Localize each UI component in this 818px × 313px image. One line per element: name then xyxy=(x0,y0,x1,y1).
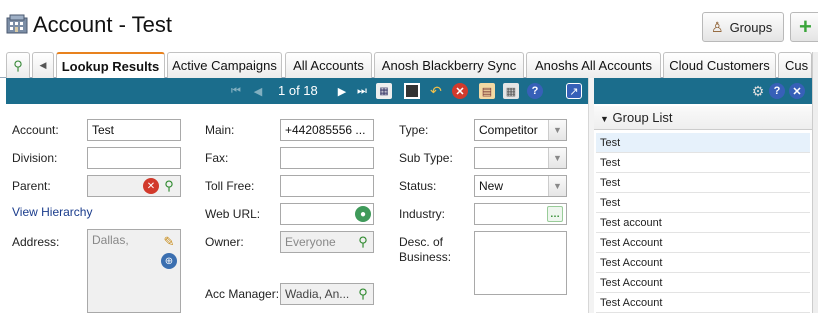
right-scrollbar[interactable] xyxy=(812,52,818,313)
owner-value: Everyone xyxy=(285,235,336,249)
undo-icon[interactable]: ↶ xyxy=(428,83,444,99)
caret-down-icon: ▼ xyxy=(600,114,609,124)
group-list-header[interactable]: ▼ Group List xyxy=(594,106,812,130)
tab-search[interactable]: ⚲ xyxy=(6,52,30,78)
account-label: Account: xyxy=(12,123,59,137)
industry-picker-icon[interactable]: … xyxy=(547,206,563,222)
status-value: New xyxy=(479,179,504,193)
group-list-item[interactable]: Test account xyxy=(596,213,810,233)
edit-address-icon[interactable]: ✎ xyxy=(161,234,177,250)
group-list-item[interactable]: Test xyxy=(596,153,810,173)
record-pager: 1 of 18 xyxy=(278,83,318,98)
chevron-down-icon[interactable]: ▼ xyxy=(548,148,566,168)
group-list-item[interactable]: Test xyxy=(596,173,810,193)
tab-active-campaigns[interactable]: Active Campaigns xyxy=(167,52,282,78)
industry-label: Industry: xyxy=(399,207,446,221)
type-value: Competitor xyxy=(479,123,538,137)
fax-field[interactable] xyxy=(280,147,374,169)
groups-button-label: Groups xyxy=(729,19,773,35)
tab-lookup-results[interactable]: Lookup Results xyxy=(56,52,165,78)
group-list-item[interactable]: Test Account xyxy=(596,293,810,313)
type-select[interactable]: Competitor ▼ xyxy=(474,119,567,141)
save-icon[interactable] xyxy=(404,83,420,99)
last-record-icon[interactable]: ⏭ xyxy=(354,83,370,99)
group-list-item[interactable]: Test Account xyxy=(596,253,810,273)
main-phone-label: Main: xyxy=(205,123,235,137)
account-app-icon xyxy=(6,14,28,34)
address-label: Address: xyxy=(12,235,60,249)
division-field[interactable] xyxy=(87,147,181,169)
group-list-item[interactable]: Test Account xyxy=(596,273,810,293)
first-record-icon[interactable]: ⏮ xyxy=(228,83,244,99)
side-close-icon[interactable]: ✕ xyxy=(789,83,805,99)
chevron-down-icon[interactable]: ▼ xyxy=(548,176,566,196)
view-hierarchy-link[interactable]: View Hierarchy xyxy=(12,205,92,219)
type-label: Type: xyxy=(399,123,429,137)
main-phone-field[interactable]: +442085556 ... xyxy=(280,119,374,141)
popout-icon[interactable]: ↗ xyxy=(566,83,582,99)
acc-manager-lookup-icon[interactable]: ⚲ xyxy=(355,286,371,302)
acc-manager-value: Wadia, An... xyxy=(285,287,350,301)
copy-record-icon[interactable]: ▤ xyxy=(479,83,495,99)
delete-icon[interactable]: ✕ xyxy=(452,83,468,99)
page-title: Account - Test xyxy=(33,12,172,37)
tab-cloud-customers[interactable]: Cloud Customers xyxy=(663,52,776,78)
sub-type-select[interactable]: ▼ xyxy=(474,147,567,169)
tab-all-accounts[interactable]: All Accounts xyxy=(285,52,372,78)
parent-label: Parent: xyxy=(12,179,51,193)
tab-strip: ⚲ ◀ Lookup Results Active Campaigns All … xyxy=(0,52,818,78)
chevron-left-icon: ◀ xyxy=(39,60,47,70)
groups-button[interactable]: ♙ Groups xyxy=(702,12,784,42)
side-panel-toolbar: ⚙ ? ✕ xyxy=(594,78,812,104)
toll-free-field[interactable] xyxy=(280,175,374,197)
account-field[interactable]: Test xyxy=(87,119,181,141)
acc-manager-label: Acc Manager: xyxy=(205,287,280,301)
previous-record-icon[interactable]: ◀ xyxy=(250,83,266,99)
side-help-icon[interactable]: ? xyxy=(769,83,785,99)
next-record-icon[interactable]: ▶ xyxy=(334,83,350,99)
calendar-icon[interactable]: ▦ xyxy=(376,83,392,99)
globe-icon[interactable]: ● xyxy=(355,206,371,222)
plus-icon: + xyxy=(799,14,812,39)
division-label: Division: xyxy=(12,151,58,165)
desc-business-label-line1: Desc. of xyxy=(399,235,444,249)
web-url-label: Web URL: xyxy=(205,207,261,221)
tab-scroll-left[interactable]: ◀ xyxy=(32,52,54,78)
fax-label: Fax: xyxy=(205,151,229,165)
gear-icon[interactable]: ⚙ xyxy=(750,83,766,99)
group-list-title: Group List xyxy=(612,110,673,125)
documents-icon[interactable]: ▦ xyxy=(503,83,519,99)
tab-anoshs-all-accounts[interactable]: Anoshs All Accounts xyxy=(526,52,661,78)
clear-parent-icon[interactable]: ✕ xyxy=(143,178,159,194)
status-select[interactable]: New ▼ xyxy=(474,175,567,197)
desc-business-textarea[interactable] xyxy=(474,231,567,295)
address-value: Dallas, xyxy=(92,233,129,247)
parent-lookup-icon[interactable]: ⚲ xyxy=(161,178,177,194)
magnifier-icon: ⚲ xyxy=(13,57,23,73)
status-label: Status: xyxy=(399,179,437,193)
group-list-item[interactable]: Test Account xyxy=(596,233,810,253)
sub-type-label: Sub Type: xyxy=(399,151,453,165)
owner-lookup-icon[interactable]: ⚲ xyxy=(355,234,371,250)
desc-business-label-line2: Business: xyxy=(399,250,452,264)
tab-cus[interactable]: Cus xyxy=(778,52,812,78)
group-list-item[interactable]: Test xyxy=(596,193,810,213)
record-toolbar: ⏮ ◀ 1 of 18 ▶ ⏭ ▦ ↶ ✕ ▤ ▦ ? ↗ xyxy=(6,78,588,104)
map-address-icon[interactable]: ⊕ xyxy=(161,253,177,269)
chevron-down-icon[interactable]: ▼ xyxy=(548,120,566,140)
add-button[interactable]: + xyxy=(790,12,818,42)
tab-anosh-blackberry-sync[interactable]: Anosh Blackberry Sync xyxy=(374,52,524,78)
group-list-item[interactable]: Test xyxy=(596,133,810,153)
groups-icon: ♙ xyxy=(711,18,724,35)
help-icon[interactable]: ? xyxy=(527,83,543,99)
toll-free-label: Toll Free: xyxy=(205,179,255,193)
owner-label: Owner: xyxy=(205,235,244,249)
